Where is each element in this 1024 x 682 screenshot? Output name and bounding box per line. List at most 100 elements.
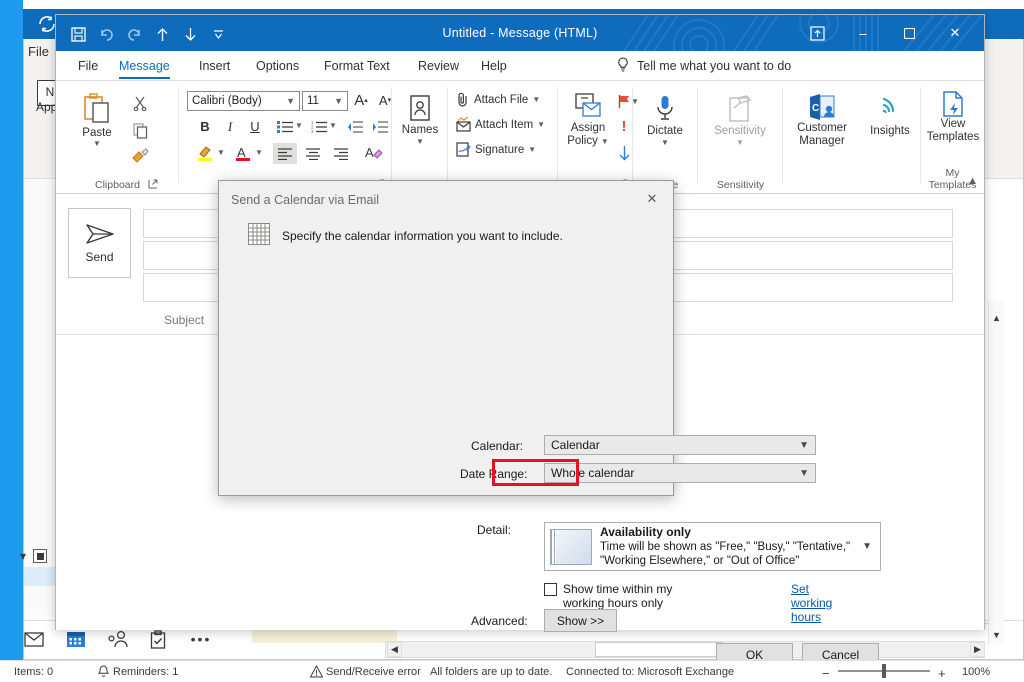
zoom-level-label[interactable]: 100% [962,666,990,678]
bullets-icon[interactable] [275,117,295,136]
paste-button[interactable]: Paste ▼ [70,93,124,148]
scroll-left-icon[interactable]: ◀ [387,642,402,657]
status-send-receive-error[interactable]: Send/Receive error [326,666,421,678]
chevron-down-icon[interactable]: ▼ [329,121,337,130]
bold-button[interactable]: B [195,117,215,136]
chevron-down-icon[interactable]: ▼ [799,468,809,479]
svg-text:A: A [365,145,374,160]
attach-item-button[interactable]: Attach Item ▼ [456,117,545,132]
chevron-down-icon[interactable]: ▼ [661,138,669,147]
save-icon[interactable] [64,22,92,46]
scroll-down-icon[interactable]: ▼ [989,627,1004,642]
chevron-down-icon[interactable]: ▼ [416,137,424,146]
chevron-down-icon[interactable]: ▼ [532,95,540,104]
chevron-down-icon[interactable]: ▼ [295,121,303,130]
attach-file-button[interactable]: Attach File ▼ [456,92,540,107]
zoom-out-button[interactable]: − [822,666,830,681]
chevron-down-icon[interactable]: ▼ [93,140,101,148]
zoom-in-button[interactable]: + [938,666,946,681]
date-range-dropdown[interactable]: Whole calendar ▼ [544,463,816,483]
customer-manager-button[interactable]: C Customer Manager [787,93,857,148]
insights-button[interactable]: Insights [863,95,917,138]
chevron-down-icon[interactable]: ▼ [862,541,872,552]
chevron-down-icon[interactable]: ▼ [334,96,343,106]
chevron-down-icon[interactable]: ▼ [736,138,744,147]
tasks-nav-icon[interactable] [142,627,174,651]
redo-icon[interactable] [120,22,148,46]
tab-message[interactable]: Message [109,51,180,81]
scroll-up-icon[interactable]: ▲ [989,310,1004,325]
status-reminders[interactable]: Reminders: 1 [113,666,178,678]
next-item-icon[interactable] [176,22,204,46]
chevron-down-icon[interactable]: ▼ [255,148,263,157]
chevron-down-icon[interactable]: ▾ [20,549,26,563]
close-button[interactable]: ✕ [932,15,978,51]
decrease-indent-icon[interactable] [345,117,365,136]
grow-font-icon[interactable]: A▴ [351,89,371,111]
previous-item-icon[interactable] [148,22,176,46]
calendar-group-box-icon[interactable] [33,549,47,563]
clear-formatting-icon[interactable]: A [364,143,384,162]
collapse-ribbon-icon[interactable]: ▲ [967,175,978,187]
people-nav-icon[interactable] [102,627,134,651]
clipboard-dialog-launcher[interactable] [148,179,159,190]
font-name-combo[interactable]: Calibri (Body) ▼ [187,91,300,111]
copy-icon[interactable] [130,121,150,140]
signature-button[interactable]: Signature ▼ [456,142,536,157]
maximize-button[interactable] [886,15,932,51]
calendar-dropdown[interactable]: Calendar ▼ [544,435,816,455]
mail-nav-icon[interactable] [18,627,50,651]
font-color-icon[interactable]: A [233,143,253,162]
font-size-combo[interactable]: 11 ▼ [302,91,348,111]
cut-icon[interactable] [130,94,150,113]
tab-options[interactable]: Options [246,51,309,81]
italic-button[interactable]: I [220,117,240,136]
assign-policy-button[interactable]: Assign Policy▼ [562,93,614,148]
customize-quick-access-icon[interactable] [204,22,232,46]
view-templates-button[interactable]: View Templates [925,91,981,144]
zoom-slider-thumb[interactable] [882,664,886,678]
tab-review[interactable]: Review [408,51,469,81]
chevron-down-icon[interactable]: ▼ [286,96,295,106]
scroll-right-icon[interactable]: ▶ [970,642,985,657]
ribbon-display-options-button[interactable] [794,15,840,51]
status-folders: All folders are up to date. [430,666,552,678]
dictate-button[interactable]: Dictate ▼ [640,95,690,147]
working-hours-checkbox[interactable] [544,583,557,596]
align-left-icon[interactable] [273,143,297,164]
chevron-down-icon[interactable]: ▼ [528,145,536,154]
calendar-nav-icon[interactable] [60,627,92,651]
sensitivity-button[interactable]: Sensitivity ▼ [706,95,774,147]
outlook-vertical-scrollbar[interactable] [988,300,1004,645]
names-button[interactable]: Names ▼ [395,95,445,146]
advanced-show-button[interactable]: Show >> [544,609,617,632]
undo-icon[interactable] [92,22,120,46]
chevron-down-icon[interactable]: ▼ [537,120,545,129]
more-nav-icon[interactable]: ••• [185,627,217,651]
minimize-button[interactable]: – [840,15,886,51]
align-right-icon[interactable] [329,143,353,164]
send-button[interactable]: Send [68,208,131,278]
chevron-down-icon[interactable]: ▼ [601,135,609,148]
tell-me-search[interactable]: Tell me what you want to do [616,51,791,81]
underline-button[interactable]: U [245,117,265,136]
tab-insert[interactable]: Insert [189,51,240,81]
format-painter-icon[interactable] [130,146,150,165]
horizontal-scrollbar-thumb[interactable] [595,642,723,657]
tab-help[interactable]: Help [471,51,517,81]
numbering-icon[interactable]: 123 [309,117,329,136]
high-importance-icon[interactable]: ! [614,117,634,136]
low-importance-icon[interactable] [614,143,634,162]
increase-indent-icon[interactable] [370,117,390,136]
chevron-down-icon[interactable]: ▼ [217,148,225,157]
text-highlight-icon[interactable] [195,143,215,162]
align-center-icon[interactable] [301,143,325,164]
dialog-close-button[interactable]: ✕ [637,187,667,211]
subject-label: Subject [164,313,204,327]
set-working-hours-link[interactable]: Set working hours [791,582,832,624]
detail-dropdown[interactable]: Availability only Time will be shown as … [544,522,881,571]
tab-file[interactable]: File [68,51,108,81]
outlook-file-tab[interactable]: File [28,44,49,59]
tab-format-text[interactable]: Format Text [314,51,400,81]
chevron-down-icon[interactable]: ▼ [799,440,809,451]
